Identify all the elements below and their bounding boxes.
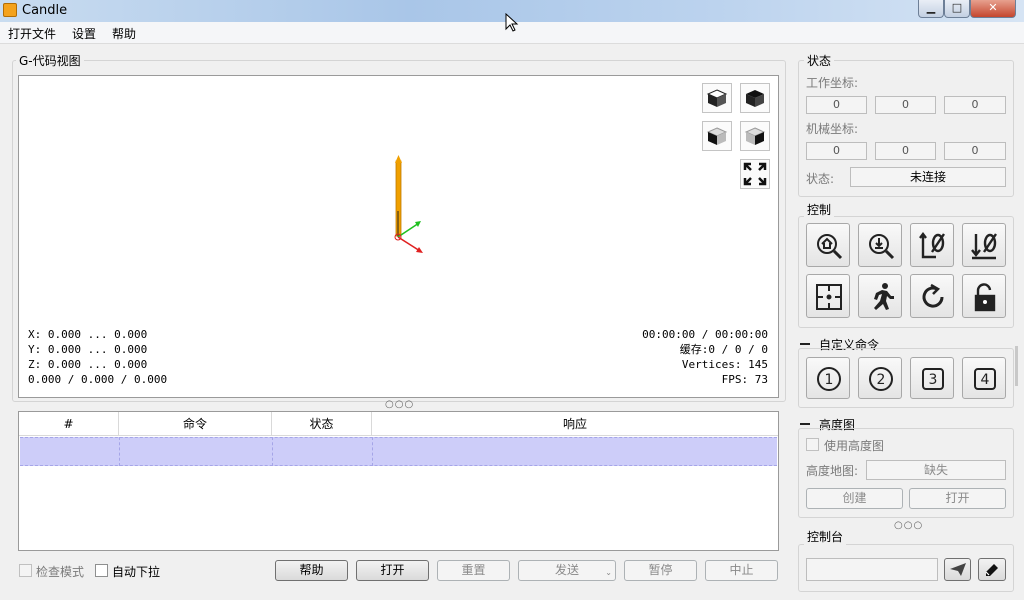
auto-scroll-label: 自动下拉 [112, 565, 161, 579]
use-heightmap-checkbox[interactable] [806, 438, 819, 451]
open-button[interactable]: 打开 [356, 560, 429, 581]
stop-button[interactable]: 中止 [705, 560, 778, 581]
reset-icon[interactable] [910, 274, 954, 318]
help-button[interactable]: 帮助 [275, 560, 348, 581]
console-clear-button[interactable] [978, 558, 1006, 581]
work-z-field: 0 [944, 96, 1006, 114]
state-label: 状态: [806, 172, 835, 186]
vertices-info: Vertices: 145 [681, 358, 768, 371]
buffer-info: 缓存:0 / 0 / 0 [679, 343, 768, 356]
maximize-button[interactable]: □ [944, 0, 970, 18]
auto-scroll-checkbox[interactable] [95, 564, 108, 577]
console-send-button[interactable] [944, 558, 971, 581]
console-title: 控制台 [804, 528, 847, 545]
work-y-field: 0 [875, 96, 936, 114]
state-value: 未连接 [850, 167, 1006, 187]
return-origin-icon[interactable] [806, 274, 850, 318]
machine-y-field: 0 [875, 142, 936, 160]
col-header-command[interactable]: 命令 [119, 412, 272, 436]
use-heightmap-label: 使用高度图 [824, 439, 885, 453]
open-heightmap-button[interactable]: 打开 [909, 488, 1006, 509]
gcode-table[interactable]: # 命令 状态 响应 [18, 411, 779, 551]
reset-button[interactable]: 重置 [437, 560, 510, 581]
row-separator [272, 437, 273, 466]
send-button-label: 发送 [554, 563, 579, 577]
fps-info: FPS: 73 [721, 373, 768, 386]
user-command-2-button[interactable]: 2 [858, 357, 902, 399]
user-command-4-button[interactable]: 4 [962, 357, 1006, 399]
minimize-button[interactable]: ▁ [918, 0, 944, 18]
control-title: 控制 [804, 201, 835, 218]
gcode-viewer[interactable]: X: 0.000 ... 0.000 Y: 0.000 ... 0.000 Z:… [18, 75, 779, 398]
work-coords-label: 工作坐标: [806, 76, 859, 90]
machine-x-field: 0 [806, 142, 867, 160]
menu-file[interactable]: 打开文件 [8, 25, 56, 42]
user-command-2-label: 2 [877, 372, 886, 388]
send-button[interactable]: 发送 ⌄ [518, 560, 616, 581]
home-icon[interactable] [806, 223, 850, 267]
collapse-user-commands-icon[interactable] [800, 343, 810, 345]
zero-z-icon[interactable] [962, 223, 1006, 267]
render-info: 00:00:00 / 00:00:00 缓存:0 / 0 / 0 Vertice… [499, 327, 768, 387]
collapse-heightmap-icon[interactable] [800, 423, 810, 425]
splitter-handle[interactable]: ○○○ [385, 399, 414, 410]
chevron-down-icon: ⌄ [605, 568, 612, 577]
cube-top-icon[interactable] [740, 83, 770, 113]
menu-settings[interactable]: 设置 [72, 25, 96, 42]
close-button[interactable]: ✕ [970, 0, 1016, 18]
console-input[interactable] [806, 558, 938, 581]
mouse-cursor-icon [505, 13, 519, 32]
heightmap-file-label: 高度地图: [806, 464, 859, 478]
cube-iso-icon[interactable] [702, 83, 732, 113]
user-command-3-button[interactable]: 3 [910, 357, 954, 399]
user-command-1-label: 1 [825, 372, 834, 388]
row-separator [119, 437, 120, 466]
gcode-view-title: G-代码视图 [16, 52, 84, 69]
toolpath-axes-graphic [394, 155, 423, 253]
col-header-state[interactable]: 状态 [272, 412, 372, 436]
window-title: Candle [22, 3, 68, 18]
user-command-4-label: 4 [981, 372, 990, 388]
coords-info: X: 0.000 ... 0.000 Y: 0.000 ... 0.000 Z:… [28, 327, 288, 387]
right-panel-scrollbar[interactable] [1015, 346, 1018, 386]
z-range: Z: 0.000 ... 0.000 [28, 358, 148, 371]
candle-app-icon [3, 3, 17, 17]
status-title: 状态 [804, 52, 835, 69]
x-range: X: 0.000 ... 0.000 [28, 328, 148, 341]
check-mode-label: 检查模式 [36, 565, 85, 579]
eraser-icon [985, 564, 998, 576]
menu-help[interactable]: 帮助 [112, 25, 136, 42]
row-separator [372, 437, 373, 466]
fit-view-icon[interactable] [740, 159, 770, 189]
check-mode-checkbox[interactable] [19, 564, 32, 577]
zero-xy-icon[interactable] [910, 223, 954, 267]
work-x-field: 0 [806, 96, 867, 114]
col-header-response[interactable]: 响应 [372, 412, 778, 436]
pause-button[interactable]: 暂停 [624, 560, 697, 581]
dimensions: 0.000 / 0.000 / 0.000 [28, 373, 168, 386]
cube-front-icon[interactable] [702, 121, 732, 151]
machine-coords-label: 机械坐标: [806, 122, 859, 136]
run-icon[interactable] [858, 274, 902, 318]
y-range: Y: 0.000 ... 0.000 [28, 343, 148, 356]
user-command-3-label: 3 [929, 372, 938, 388]
time-info: 00:00:00 / 00:00:00 [642, 328, 768, 341]
unlock-icon[interactable] [962, 274, 1006, 318]
probe-z-icon[interactable] [858, 223, 902, 267]
machine-z-field: 0 [944, 142, 1006, 160]
cube-left-icon[interactable] [740, 121, 770, 151]
create-heightmap-button[interactable]: 创建 [806, 488, 903, 509]
panel-splitter-handle[interactable]: ○○○ [894, 520, 923, 531]
send-icon [949, 563, 966, 576]
heightmap-file-field: 缺失 [866, 460, 1006, 480]
user-command-1-button[interactable]: 1 [806, 357, 850, 399]
col-header-index[interactable]: # [19, 412, 119, 436]
table-row[interactable] [20, 437, 777, 466]
